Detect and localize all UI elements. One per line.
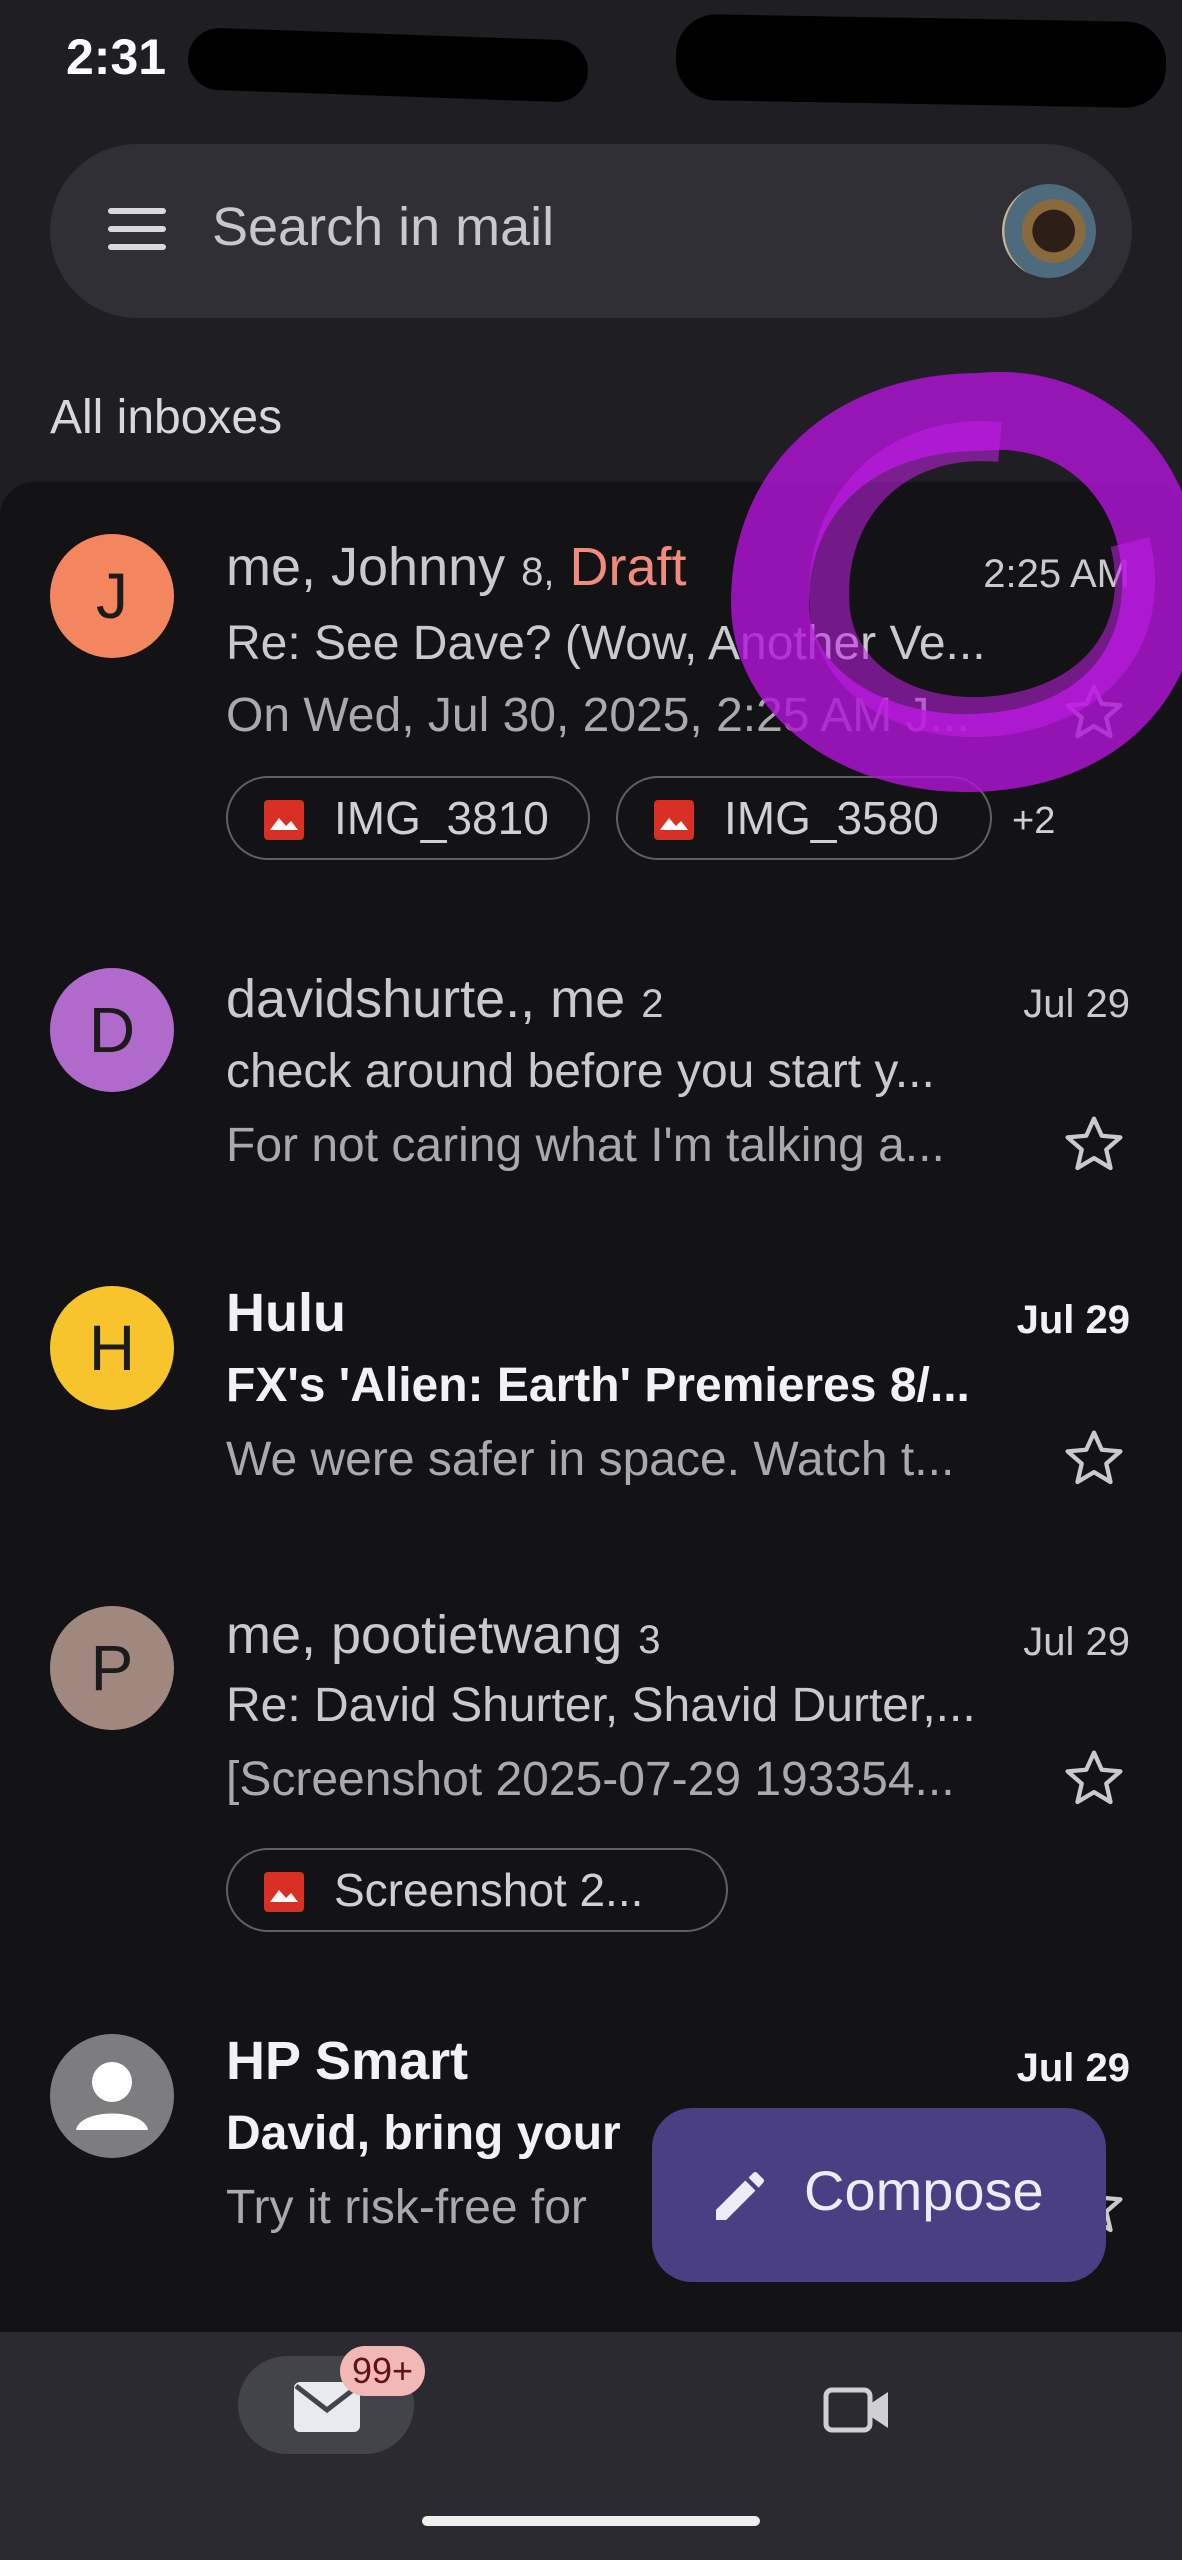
account-avatar[interactable] xyxy=(1002,184,1096,278)
menu-icon[interactable] xyxy=(108,202,170,260)
email-row[interactable]: J me, Johnny 8, Draft 2:25 AM Re: See Dav… xyxy=(0,522,1182,862)
thread-count: 8, xyxy=(521,550,555,594)
attachment-chip[interactable]: IMG_3580 xyxy=(616,776,992,860)
attachment-chip[interactable]: IMG_3810 xyxy=(226,776,590,860)
star-icon[interactable] xyxy=(1062,1746,1126,1810)
home-indicator[interactable] xyxy=(422,2516,760,2526)
sender-avatar xyxy=(50,2034,174,2158)
sender-avatar: J xyxy=(50,534,174,658)
star-icon[interactable] xyxy=(1062,1426,1126,1490)
email-subject: Re: David Shurter, Shavid Durter,... xyxy=(226,1679,976,1732)
image-icon xyxy=(264,800,304,840)
compose-button[interactable]: Compose xyxy=(652,2108,1106,2282)
draft-label: Draft xyxy=(569,537,687,597)
image-icon xyxy=(654,800,694,840)
thread-count: 2 xyxy=(641,982,664,1026)
email-snippet: We were safer in space. Watch t... xyxy=(226,1433,955,1486)
more-attachments: +2 xyxy=(1012,800,1056,842)
attachment-chip[interactable]: Screenshot 2... xyxy=(226,1848,728,1932)
email-date: Jul 29 xyxy=(1016,1298,1130,1342)
email-subject: check around before you start y... xyxy=(226,1045,935,1098)
email-sender: me, pootietwang 3 xyxy=(226,1605,661,1665)
email-date: 2:25 AM xyxy=(983,552,1130,596)
email-list: J me, Johnny 8, Draft 2:25 AM Re: See Dav… xyxy=(0,482,1182,2332)
compose-label: Compose xyxy=(804,2159,1044,2222)
email-row[interactable]: D davidshurte., me 2 Jul 29 check around … xyxy=(0,962,1182,1192)
email-sender: HP Smart xyxy=(226,2031,469,2091)
unread-badge: 99+ xyxy=(340,2346,426,2396)
email-snippet: [Screenshot 2025-07-29 193354... xyxy=(226,1753,955,1806)
email-snippet: On Wed, Jul 30, 2025, 2:25 AM J... xyxy=(226,689,970,742)
search-bar[interactable]: Search in mail xyxy=(50,144,1132,318)
email-snippet: For not caring what I'm talking a... xyxy=(226,1119,945,1172)
redaction-mark xyxy=(675,13,1167,109)
email-sender: Hulu xyxy=(226,1283,346,1343)
email-date: Jul 29 xyxy=(1023,1620,1130,1664)
email-subject: FX's 'Alien: Earth' Premieres 8/... xyxy=(226,1359,970,1412)
pencil-icon xyxy=(716,2172,764,2220)
email-row[interactable]: P me, pootietwang 3 Jul 29 Re: David Shur… xyxy=(0,1600,1182,1940)
email-date: Jul 29 xyxy=(1023,982,1130,1026)
sender-avatar: H xyxy=(50,1286,174,1410)
inbox-label: All inboxes xyxy=(50,391,283,444)
video-camera-icon[interactable] xyxy=(822,2382,892,2436)
image-icon xyxy=(264,1872,304,1912)
email-row[interactable]: H Hulu Jul 29 FX's 'Alien: Earth' Premie… xyxy=(0,1282,1182,1512)
email-sender: me, Johnny 8, Draft xyxy=(226,537,687,597)
star-icon[interactable] xyxy=(1062,1112,1126,1176)
status-bar: 2:31 xyxy=(0,0,1182,120)
status-time: 2:31 xyxy=(66,29,167,85)
email-sender: davidshurte., me 2 xyxy=(226,969,664,1029)
email-date: Jul 29 xyxy=(1016,2046,1130,2090)
redaction-mark xyxy=(187,27,589,103)
thread-count: 3 xyxy=(638,1618,661,1662)
sender-avatar: P xyxy=(50,1606,174,1730)
star-icon[interactable] xyxy=(1062,680,1126,744)
person-icon xyxy=(76,2062,148,2130)
search-input[interactable]: Search in mail xyxy=(212,196,554,258)
sender-avatar: D xyxy=(50,968,174,1092)
bottom-nav: 99+ xyxy=(0,2332,1182,2560)
email-subject: Re: See Dave? (Wow, Another Ve... xyxy=(226,617,986,670)
